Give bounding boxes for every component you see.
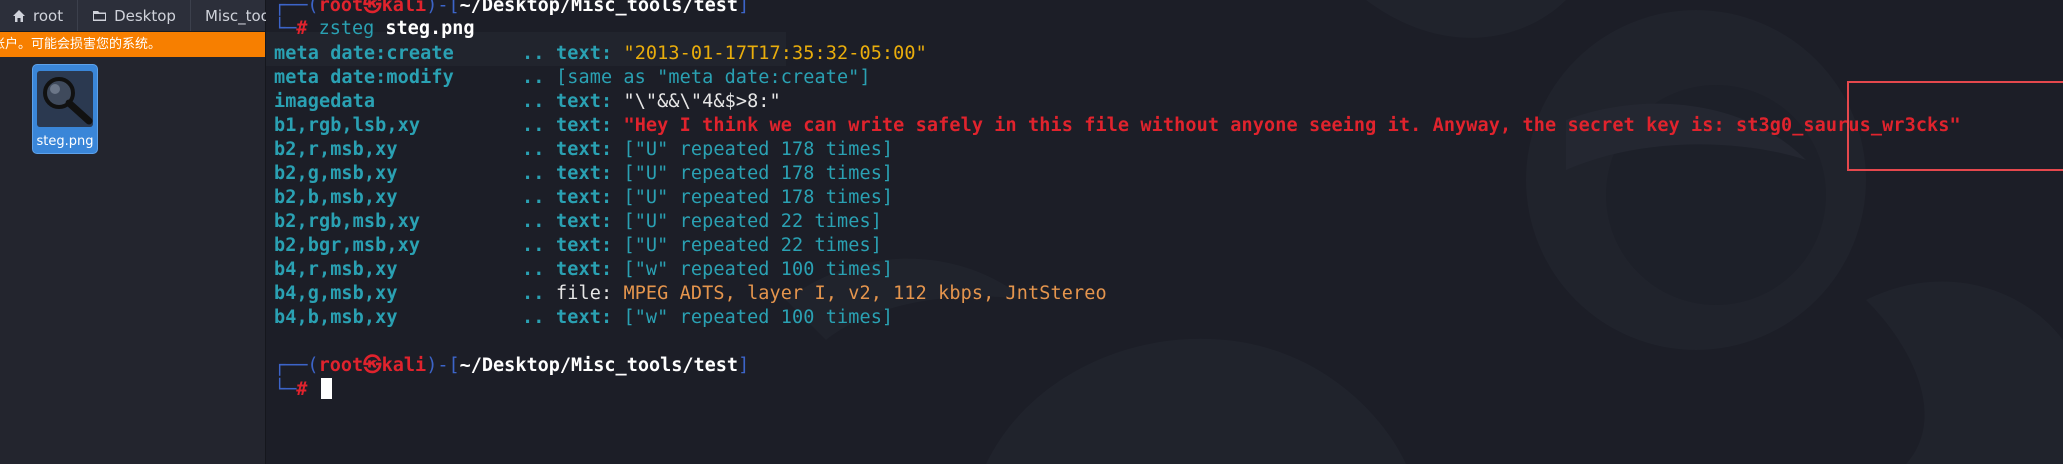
output-row-value: ["U" repeated 22 times] <box>623 211 882 232</box>
output-row-value: ["w" repeated 100 times] <box>623 307 894 328</box>
output-row-key: b1,rgb,lsb,xy <box>274 115 421 136</box>
breadcrumb-root[interactable]: root <box>0 0 79 31</box>
output-row-dots: .. <box>522 307 545 328</box>
output-row-key: imagedata <box>274 91 376 112</box>
output-row-dots: .. <box>522 91 545 112</box>
path-bar: root Desktop Misc_tools <box>0 0 282 32</box>
magnifier-image-icon <box>37 71 93 127</box>
output-row-key: meta date:create <box>274 43 454 64</box>
breadcrumb-root-label: root <box>33 6 64 25</box>
folder-icon <box>93 11 107 21</box>
screen: root Desktop Misc_tools 账户。可能会损害您的系统。 st… <box>0 0 2063 464</box>
output-row-kind: text: <box>556 115 613 136</box>
output-row-key: meta date:modify <box>274 67 454 88</box>
home-icon <box>13 9 25 22</box>
output-row: b4,g,msb,xy.. file: MPEG ADTS, layer I, v… <box>274 282 1107 306</box>
output-row-dots: .. <box>522 259 545 280</box>
output-row-kind: text: <box>556 259 613 280</box>
output-row-key: b2,rgb,msb,xy <box>274 211 421 232</box>
output-row: imagedata.. text: "\"&&\"4&$>8:" <box>274 90 781 114</box>
secret-key-highlight-box <box>1847 81 2063 171</box>
file-item-steg-png[interactable]: steg.png <box>32 64 98 154</box>
output-row-value: MPEG ADTS, layer I, v2, 112 kbps, JntSte… <box>623 283 1107 304</box>
root-warning-text: 账户。可能会损害您的系统。 <box>0 37 162 52</box>
output-row-dots: .. <box>522 211 545 232</box>
output-row-kind: text: <box>556 163 613 184</box>
output-row-kind: text: <box>556 187 613 208</box>
output-row-value: ["U" repeated 22 times] <box>623 235 882 256</box>
output-row-key: b2,bgr,msb,xy <box>274 235 421 256</box>
output-row-dots: .. <box>522 235 545 256</box>
output-row-dots: .. <box>522 43 545 64</box>
output-row-dots: .. <box>522 67 545 88</box>
output-row-key: b4,g,msb,xy <box>274 283 398 304</box>
output-row-value: ["w" repeated 100 times] <box>623 259 894 280</box>
output-row: b2,bgr,msb,xy.. text: ["U" repeated 22 ti… <box>274 234 882 258</box>
command-line-1: └─# zsteg steg.png <box>274 18 475 39</box>
output-row-value: ["U" repeated 178 times] <box>623 187 894 208</box>
output-row-value: ["U" repeated 178 times] <box>623 139 894 160</box>
output-row-value: ["U" repeated 178 times] <box>623 163 894 184</box>
output-row-kind: text: <box>556 307 613 328</box>
output-row-dots: .. <box>522 187 545 208</box>
output-row-kind: text: <box>556 43 613 64</box>
output-row: b2,g,msb,xy.. text: ["U" repeated 178 tim… <box>274 162 893 186</box>
output-row-dots: .. <box>522 283 545 304</box>
skull-icon: ㉿ <box>363 0 382 16</box>
output-row-dots: .. <box>522 163 545 184</box>
output-row-key: b4,r,msb,xy <box>274 259 398 280</box>
output-row-key: b4,b,msb,xy <box>274 307 398 328</box>
output-row-kind: text: <box>556 139 613 160</box>
output-row: meta date:modify.. [same as "meta date:cr… <box>274 66 871 90</box>
output-row-value: [same as "meta date:create"] <box>556 67 871 88</box>
output-row: meta date:create.. text: "2013-01-17T17:3… <box>274 42 927 66</box>
breadcrumb-desktop-label: Desktop <box>114 6 176 25</box>
breadcrumb-desktop[interactable]: Desktop <box>78 0 191 31</box>
output-row-value: "Hey I think we can write safely in this… <box>623 115 1961 136</box>
output-row-kind: text: <box>556 211 613 232</box>
output-row: b4,b,msb,xy.. text: ["w" repeated 100 tim… <box>274 306 893 330</box>
output-row-dots: .. <box>522 115 545 136</box>
output-row-key: b2,r,msb,xy <box>274 139 398 160</box>
file-manager-pane: root Desktop Misc_tools 账户。可能会损害您的系统。 st… <box>0 0 282 464</box>
output-row-value: "\"&&\"4&$>8:" <box>623 91 781 112</box>
output-row: b1,rgb,lsb,xy.. text: "Hey I think we can… <box>274 114 1961 138</box>
output-row: b2,rgb,msb,xy.. text: ["U" repeated 22 ti… <box>274 210 882 234</box>
output-row-kind: file: <box>556 283 613 304</box>
output-row-kind: text: <box>556 91 613 112</box>
output-row-value: "2013-01-17T17:35:32-05:00" <box>623 43 927 64</box>
output-row-key: b2,b,msb,xy <box>274 187 398 208</box>
output-row-kind: text: <box>556 235 613 256</box>
text-cursor <box>320 378 332 399</box>
terminal[interactable]: ┌──(root㉿kali)-[~/Desktop/Misc_tools/tes… <box>266 0 2063 464</box>
output-row: b2,b,msb,xy.. text: ["U" repeated 178 tim… <box>274 186 893 210</box>
command-line-2[interactable]: └─# <box>274 378 332 402</box>
root-warning-banner: 账户。可能会损害您的系统。 <box>0 32 265 57</box>
output-row-dots: .. <box>522 139 545 160</box>
output-row: b2,r,msb,xy.. text: ["U" repeated 178 tim… <box>274 138 893 162</box>
prompt-header-2: ┌──(root㉿kali)-[~/Desktop/Misc_tools/tes… <box>274 355 750 376</box>
file-name: steg.png <box>36 134 94 149</box>
prompt-header-1: ┌──(root㉿kali)-[~/Desktop/Misc_tools/tes… <box>274 0 749 18</box>
output-row-key: b2,g,msb,xy <box>274 163 398 184</box>
output-row: b4,r,msb,xy.. text: ["w" repeated 100 tim… <box>274 258 893 282</box>
